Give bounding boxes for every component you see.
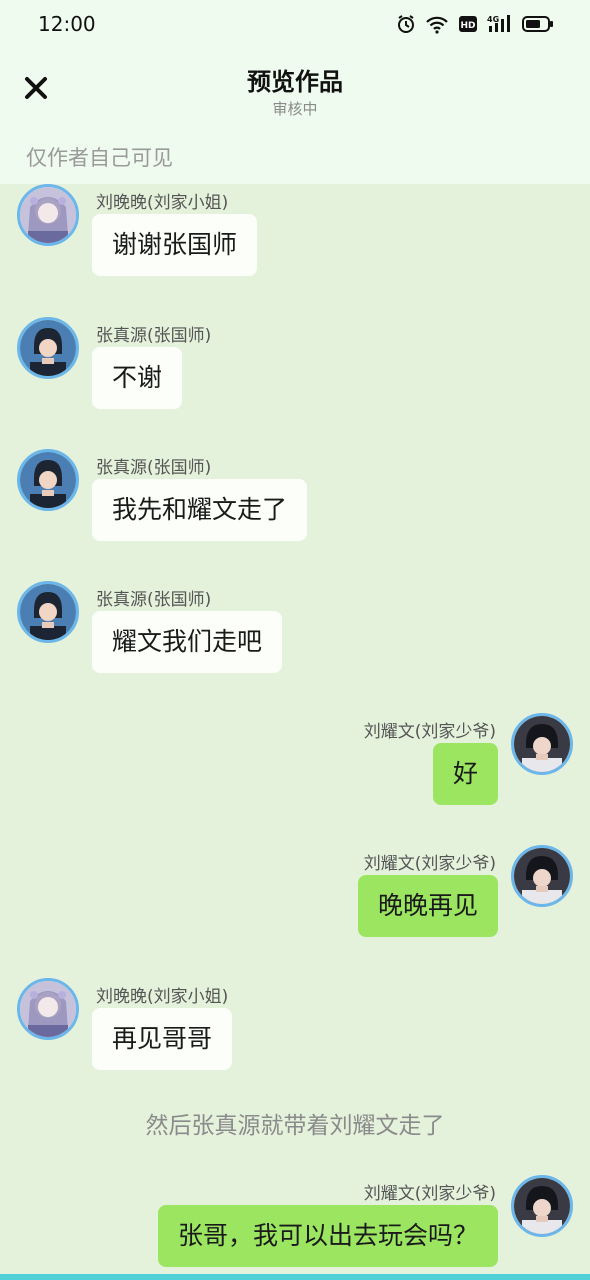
message-bubble[interactable]: 耀文我们走吧: [92, 611, 283, 673]
sender-name: 刘耀文(刘家少爷): [363, 854, 496, 874]
avatar-liu-yaowen[interactable]: [511, 845, 573, 907]
sender-name: 刘耀文(刘家少爷): [363, 1184, 496, 1204]
header: 预览作品 审核中 仅作者自己可见: [0, 52, 590, 184]
sender-name: 刘晚晚(刘家小姐): [96, 193, 229, 213]
message-bubble[interactable]: 谢谢张国师: [92, 214, 258, 276]
message-bubble[interactable]: 不谢: [92, 347, 183, 409]
sender-name: 刘晚晚(刘家小姐): [96, 987, 229, 1007]
status-icons: HD 4G: [396, 14, 554, 38]
status-time: 12:00: [38, 12, 96, 36]
chat-list[interactable]: 刘晚晚(刘家小姐) 谢谢张国师 张真源(张国师) 不谢 张真源(张国师) 我先和…: [0, 184, 590, 1274]
sender-name: 张真源(张国师): [96, 326, 212, 346]
sender-name: 张真源(张国师): [96, 458, 212, 478]
message-bubble[interactable]: 晚晚再见: [357, 875, 498, 937]
alarm-icon: [396, 14, 416, 38]
battery-icon: [522, 14, 554, 38]
visibility-note: 仅作者自己可见: [26, 146, 173, 170]
message-bubble[interactable]: 再见哥哥: [92, 1008, 233, 1070]
avatar-liu-yaowen[interactable]: [511, 1175, 573, 1237]
sender-name: 刘耀文(刘家少爷): [363, 722, 496, 742]
avatar-liu-wanwan[interactable]: [17, 978, 79, 1040]
status-bar: 12:00 HD 4G: [0, 0, 590, 52]
narration-text: 然后张真源就带着刘耀文走了: [145, 1113, 445, 1139]
avatar-liu-wanwan[interactable]: [17, 184, 79, 246]
avatar-liu-yaowen[interactable]: [511, 713, 573, 775]
message-bubble[interactable]: 张哥，我可以出去玩会吗？: [157, 1205, 498, 1267]
bottom-accent-bar: [0, 1274, 590, 1280]
review-status: 审核中: [272, 100, 318, 118]
hd-label: HD: [460, 21, 475, 31]
signal-4g-icon: 4G: [487, 14, 513, 38]
network-label: 4G: [487, 15, 499, 24]
page-title: 预览作品: [247, 68, 343, 96]
wifi-icon: [425, 14, 449, 38]
message-bubble[interactable]: 我先和耀文走了: [92, 479, 308, 541]
message-bubble[interactable]: 好: [432, 743, 498, 805]
avatar-zhang-zhenyuan[interactable]: [17, 581, 79, 643]
sender-name: 张真源(张国师): [96, 590, 212, 610]
avatar-zhang-zhenyuan[interactable]: [17, 449, 79, 511]
avatar-zhang-zhenyuan[interactable]: [17, 317, 79, 379]
hd-icon: HD: [458, 14, 478, 38]
